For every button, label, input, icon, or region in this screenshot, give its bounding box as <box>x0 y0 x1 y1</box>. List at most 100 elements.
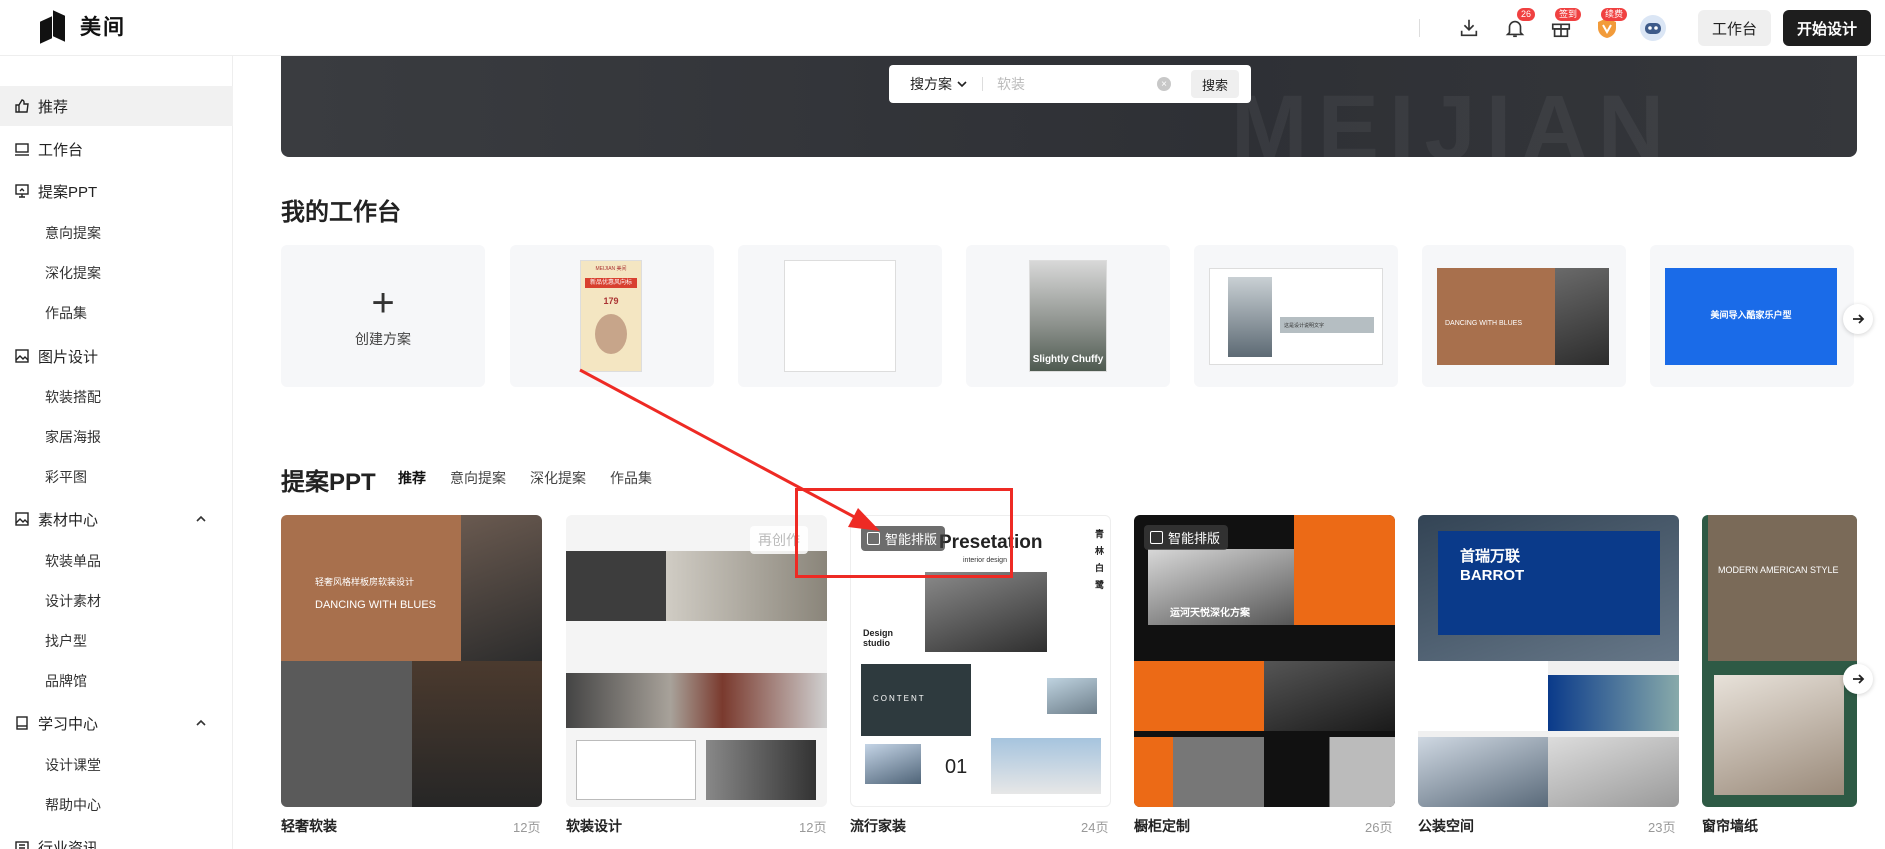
ppt-card-soft-design[interactable] <box>566 515 827 807</box>
sidebar-item-ppt[interactable]: 提案PPT <box>0 171 233 211</box>
bell-icon[interactable]: 26 <box>1499 8 1535 44</box>
ppt-card-office[interactable]: 首瑞万联 BARROT <box>1418 515 1679 807</box>
gift-icon[interactable]: 签到 <box>1545 8 1581 44</box>
sidebar: 推荐 工作台 提案PPT 意向提案 深化提案 作品集 图片设计 软装搭配 家居海… <box>0 56 233 849</box>
workspace-card-5[interactable]: DANCING WITH BLUES <box>1422 245 1626 387</box>
cover-panel <box>566 551 666 621</box>
ppt-next-arrow[interactable] <box>1843 664 1873 694</box>
logo-mark-icon <box>40 10 70 44</box>
cover-collage <box>281 661 412 807</box>
cover-photo <box>706 740 816 800</box>
ppt-card-name[interactable]: 公装空间 <box>1418 816 1474 836</box>
avatar[interactable] <box>1637 12 1669 44</box>
cover-collage <box>1548 675 1679 731</box>
thumb-image <box>1228 277 1272 357</box>
thumb-text: Slightly Chuffy <box>1032 354 1104 365</box>
ppt-card-luxury[interactable]: 轻奢风格样板房软装设计 DANCING WITH BLUES <box>281 515 542 807</box>
tab-portfolio[interactable]: 作品集 <box>610 468 652 488</box>
sidebar-item-industry-news[interactable]: 行业资讯 <box>0 827 233 849</box>
app-logo[interactable]: 美间 <box>40 10 126 44</box>
sidebar-item-recommend[interactable]: 推荐 <box>0 86 233 126</box>
ppt-card-name[interactable]: 轻奢软装 <box>281 816 337 836</box>
ppt-card-name[interactable]: 橱柜定制 <box>1134 816 1190 836</box>
search-type-label: 搜方案 <box>910 76 952 92</box>
clear-icon[interactable]: × <box>1157 77 1171 91</box>
search-type-select[interactable]: 搜方案 <box>889 74 968 94</box>
banner-watermark: MEIJIAN <box>1231 77 1675 157</box>
sidebar-item-material-center[interactable]: 素材中心 <box>0 499 233 539</box>
cover-panel: 轻奢风格样板房软装设计 DANCING WITH BLUES <box>281 515 461 661</box>
cover-title: MODERN AMERICAN STYLE <box>1718 565 1839 575</box>
tab-deep[interactable]: 深化提案 <box>530 468 586 488</box>
tab-recommend[interactable]: 推荐 <box>398 468 426 488</box>
sidebar-item-color-plan[interactable]: 彩平图 <box>45 467 87 487</box>
sidebar-item-soft-decor[interactable]: 软装搭配 <box>45 387 101 407</box>
workspace-thumb: MEIJIAN 美间 新品优惠风向标 179 <box>580 260 642 372</box>
workspace-card-3[interactable]: Slightly Chuffy <box>966 245 1170 387</box>
cover-subtitle: 轻奢风格样板房软装设计 <box>315 577 415 587</box>
plus-icon: + <box>371 281 395 325</box>
search-button[interactable]: 搜索 <box>1190 70 1239 98</box>
search-divider <box>982 77 983 91</box>
cover-collage <box>566 673 827 728</box>
cover-panel <box>1134 661 1264 731</box>
sidebar-item-workspace[interactable]: 工作台 <box>0 129 233 169</box>
thumb-text: 这是设计说明文字 <box>1280 317 1374 333</box>
ppt-card-name[interactable]: 流行家装 <box>850 816 906 836</box>
vip-icon[interactable]: 续费 <box>1591 8 1627 44</box>
sidebar-item-floorplan[interactable]: 找户型 <box>45 631 87 651</box>
sidebar-item-brand-hall[interactable]: 品牌馆 <box>45 671 87 691</box>
workspace-card-4[interactable]: 这是设计说明文字 <box>1194 245 1398 387</box>
workspace-card-6[interactable]: 美间导入酷家乐户型 <box>1650 245 1854 387</box>
sidebar-label: 工作台 <box>38 141 84 159</box>
ppt-card-name[interactable]: 软装设计 <box>566 816 622 836</box>
sidebar-label: 图片设计 <box>38 348 99 366</box>
sidebar-label: 行业资讯 <box>38 839 99 849</box>
news-icon <box>15 841 29 849</box>
sidebar-label: 素材中心 <box>38 511 99 529</box>
smart-layout-tag: 智能排版 <box>1144 525 1229 550</box>
ppt-card-pages: 12页 <box>513 820 541 835</box>
gift-badge: 签到 <box>1554 8 1581 21</box>
ppt-card-curtain[interactable]: MODERN AMERICAN STYLE <box>1702 515 1857 807</box>
tab-intent[interactable]: 意向提案 <box>450 468 506 488</box>
cover-title: 首瑞万联 BARROT <box>1460 548 1525 584</box>
sidebar-label: 提案PPT <box>38 183 98 201</box>
sidebar-item-soft-product[interactable]: 软装单品 <box>45 551 101 571</box>
vip-badge: 续费 <box>1600 8 1627 21</box>
sidebar-item-deep-proposal[interactable]: 深化提案 <box>45 263 101 283</box>
sidebar-item-learning-center[interactable]: 学习中心 <box>0 703 233 743</box>
start-design-button[interactable]: 开始设计 <box>1782 10 1871 46</box>
thumb-text: 新品优惠风向标 <box>585 278 637 288</box>
workspace-card-1[interactable]: MEIJIAN 美间 新品优惠风向标 179 <box>510 245 714 387</box>
arrow-right-icon <box>1853 314 1865 324</box>
chevron-up-icon[interactable] <box>195 717 207 729</box>
sidebar-item-home-poster[interactable]: 家居海报 <box>45 427 101 447</box>
sidebar-item-portfolio[interactable]: 作品集 <box>45 303 87 323</box>
create-project-card[interactable]: + 创建方案 <box>281 245 485 387</box>
sidebar-item-intent-proposal[interactable]: 意向提案 <box>45 223 101 243</box>
sidebar-item-help-center[interactable]: 帮助中心 <box>45 795 101 815</box>
presentation-icon <box>15 184 29 198</box>
chevron-up-icon[interactable] <box>195 513 207 525</box>
monitor-icon <box>15 143 29 156</box>
workspace-button[interactable]: 工作台 <box>1697 10 1771 46</box>
cover-floorplan <box>576 740 696 800</box>
download-icon[interactable] <box>1453 12 1485 44</box>
annotation-highlight-box <box>795 488 1013 578</box>
search-input[interactable] <box>997 76 1147 92</box>
cover-collage <box>1264 737 1395 807</box>
cover-photo <box>925 572 1047 652</box>
cover-photo <box>991 738 1101 794</box>
sidebar-item-design-material[interactable]: 设计素材 <box>45 591 101 611</box>
ppt-card-pages: 24页 <box>1081 820 1109 835</box>
ppt-card-name[interactable]: 窗帘墙纸 <box>1702 816 1758 836</box>
workspace-card-2[interactable] <box>738 245 942 387</box>
workspace-next-arrow[interactable] <box>1843 304 1873 334</box>
ppt-card-cabinet[interactable]: 智能排版 运河天悦深化方案 <box>1134 515 1395 807</box>
sidebar-item-design-class[interactable]: 设计课堂 <box>45 755 101 775</box>
workspace-thumb <box>784 260 896 372</box>
thumb-up-icon <box>15 99 29 113</box>
smart-tag-label: 智能排版 <box>1168 531 1221 546</box>
sidebar-item-image-design[interactable]: 图片设计 <box>0 336 233 376</box>
